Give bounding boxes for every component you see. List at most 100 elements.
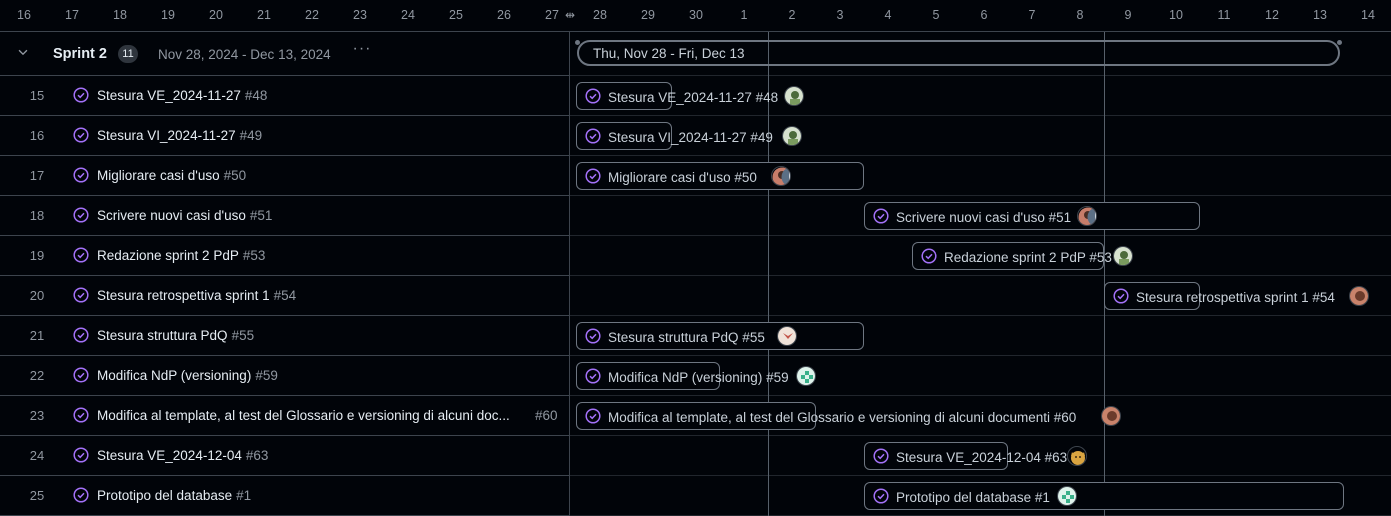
row-gridline (570, 235, 1391, 236)
issue-title[interactable]: Stesura struttura PdQ #55 (97, 328, 254, 343)
avatar[interactable] (1057, 486, 1077, 506)
avatar[interactable] (1349, 286, 1369, 306)
issue-closed-icon (873, 208, 889, 224)
table-row[interactable]: 23 Modifica al template, al test del Glo… (0, 396, 569, 436)
issue-title-text[interactable]: Scrivere nuovi casi d'uso (97, 208, 246, 223)
issue-closed-icon (73, 367, 89, 383)
issue-closed-icon (73, 127, 89, 143)
avatar[interactable] (782, 126, 802, 146)
issue-closed-icon (73, 287, 89, 303)
date-tick: 13 (1313, 8, 1327, 22)
date-tick: 8 (1076, 8, 1084, 22)
row-gridline (570, 275, 1391, 276)
issue-title[interactable]: Stesura VE_2024-11-27 #48 (97, 88, 267, 103)
chevron-down-icon[interactable] (16, 45, 30, 59)
roadmap-item-bar[interactable]: Stesura VE_2024-11-27 #48 (576, 82, 804, 110)
issue-title-text[interactable]: Prototipo del database (97, 488, 232, 503)
issue-number: #48 (244, 88, 268, 103)
date-tick: 6 (980, 8, 988, 22)
date-tick: 3 (836, 8, 844, 22)
avatar[interactable] (777, 326, 797, 346)
date-tick: 29 (641, 8, 655, 22)
roadmap-item-bar[interactable]: Stesura VI_2024-11-27 #49 (576, 122, 802, 150)
roadmap-item-bar[interactable]: Migliorare casi d'uso #50 (576, 162, 864, 190)
issue-title[interactable]: Stesura VI_2024-11-27 #49 (97, 128, 262, 143)
issue-title-text[interactable]: Stesura struttura PdQ (97, 328, 228, 343)
issue-number: #1 (236, 488, 252, 503)
pane-resize-handle[interactable]: ⇹ (563, 6, 577, 24)
table-row[interactable]: 17 Migliorare casi d'uso #50 (0, 156, 569, 196)
bar-label: Scrivere nuovi casi d'uso #51 (896, 210, 1072, 225)
date-tick: 16 (17, 8, 31, 22)
range-end-handle[interactable] (1337, 40, 1342, 45)
avatar[interactable] (784, 86, 804, 106)
issue-title[interactable]: Prototipo del database #1 (97, 488, 251, 503)
issue-closed-icon (73, 207, 89, 223)
issue-title-text[interactable]: Migliorare casi d'uso (97, 168, 220, 183)
issue-closed-icon (585, 328, 601, 344)
issue-title-text[interactable]: Stesura VI_2024-11-27 (97, 128, 236, 143)
date-tick: 12 (1265, 8, 1279, 22)
roadmap-item-bar[interactable]: Redazione sprint 2 PdP #53 (912, 242, 1133, 270)
issue-title[interactable]: Scrivere nuovi casi d'uso #51 (97, 208, 272, 223)
roadmap-item-bar[interactable]: Prototipo del database #1 (864, 482, 1344, 510)
issue-closed-icon (873, 448, 889, 464)
issue-title[interactable]: Redazione sprint 2 PdP #53 (97, 248, 265, 263)
avatar[interactable] (1101, 406, 1121, 426)
table-row[interactable]: 20 Stesura retrospettiva sprint 1 #54 (0, 276, 569, 316)
issue-closed-icon (73, 447, 89, 463)
row-gridline (570, 75, 1391, 76)
issue-title[interactable]: Stesura retrospettiva sprint 1 #54 (97, 288, 296, 303)
row-gridline (570, 195, 1391, 196)
range-start-handle[interactable] (575, 40, 580, 45)
date-tick: 14 (1361, 8, 1375, 22)
sprint-range-bar[interactable]: Thu, Nov 28 - Fri, Dec 13 (575, 40, 1342, 66)
date-tick: 2 (788, 8, 796, 22)
table-row[interactable]: 16 Stesura VI_2024-11-27 #49 (0, 116, 569, 156)
row-gridline (570, 315, 1391, 316)
table-row[interactable]: 19 Redazione sprint 2 PdP #53 (0, 236, 569, 276)
date-tick: 19 (161, 8, 175, 22)
more-options-button[interactable]: ··· (352, 41, 372, 62)
issue-title[interactable]: Modifica NdP (versioning) #59 (97, 368, 278, 383)
bar-label: Stesura VE_2024-12-04 #63 (896, 450, 1068, 465)
group-header-sprint-2[interactable]: Sprint 2 11 Nov 28, 2024 - Dec 13, 2024 … (0, 32, 569, 76)
avatar[interactable] (796, 366, 816, 386)
issue-closed-icon (585, 88, 601, 104)
issue-closed-icon (585, 128, 601, 144)
row-number: 18 (29, 208, 45, 223)
issue-title-text[interactable]: Stesura retrospettiva sprint 1 (97, 288, 270, 303)
issue-title[interactable]: Stesura VE_2024-12-04 #63 (97, 448, 268, 463)
roadmap-item-bar[interactable]: Stesura retrospettiva sprint 1 #54 (1104, 282, 1369, 310)
roadmap-item-bar[interactable]: Modifica NdP (versioning) #59 (576, 362, 816, 390)
avatar[interactable] (1113, 246, 1133, 266)
bar-label: Stesura VI_2024-11-27 #49 (608, 130, 773, 145)
table-row[interactable]: 25 Prototipo del database #1 (0, 476, 569, 516)
table-row[interactable]: 18 Scrivere nuovi casi d'uso #51 (0, 196, 569, 236)
table-row[interactable]: 21 Stesura struttura PdQ #55 (0, 316, 569, 356)
issue-title[interactable]: Migliorare casi d'uso #50 (97, 168, 246, 183)
roadmap-item-bar[interactable]: Stesura VE_2024-12-04 #63 (864, 442, 1087, 470)
avatar[interactable] (1067, 446, 1087, 466)
roadmap-item-bar[interactable]: Modifica al template, al test del Glossa… (576, 402, 1121, 430)
date-tick: 4 (884, 8, 892, 22)
issue-title-text[interactable]: Stesura VE_2024-11-27 (97, 88, 241, 103)
row-number: 16 (29, 128, 45, 143)
date-tick: 26 (497, 8, 511, 22)
issue-title-text[interactable]: Redazione sprint 2 PdP (97, 248, 239, 263)
roadmap-item-bar[interactable]: Stesura struttura PdQ #55 (576, 322, 864, 350)
issue-title-text[interactable]: Modifica NdP (versioning) (97, 368, 251, 383)
issue-title[interactable]: Modifica al template, al test del Glossa… (97, 408, 527, 423)
roadmap-item-bar[interactable]: Scrivere nuovi casi d'uso #51 (864, 202, 1200, 230)
avatar-group[interactable] (771, 166, 791, 186)
issue-closed-icon (73, 327, 89, 343)
issue-closed-icon (1113, 288, 1129, 304)
avatar-group[interactable] (1077, 206, 1097, 226)
issue-closed-icon (873, 488, 889, 504)
table-row[interactable]: 15 Stesura VE_2024-11-27 #48 (0, 76, 569, 116)
timeline-header: 16 17 18 19 20 21 22 23 24 25 26 27 28 29 30 1 2 3 4 5 6 7 8 9 1… (0, 0, 1391, 32)
roadmap-chart: Thu, Nov 28 - Fri, Dec 13 Stesura VE_202… (570, 32, 1391, 516)
issue-title-text[interactable]: Stesura VE_2024-12-04 (97, 448, 242, 463)
table-row[interactable]: 24 Stesura VE_2024-12-04 #63 (0, 436, 569, 476)
table-row[interactable]: 22 Modifica NdP (versioning) #59 (0, 356, 569, 396)
